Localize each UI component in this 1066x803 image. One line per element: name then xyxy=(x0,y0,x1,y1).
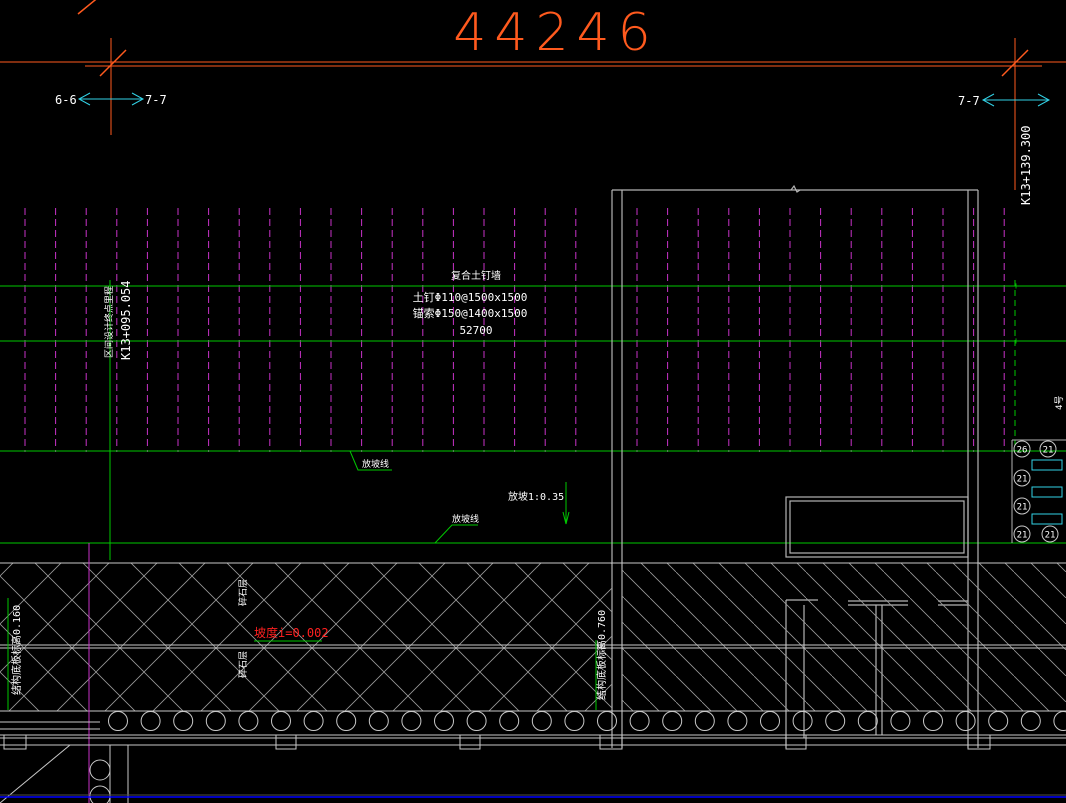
pile-spec-1: 土钉Φ110@1500x1500 xyxy=(413,291,528,304)
tag-label: 21 xyxy=(1017,503,1028,513)
section-label-right: 7-7 xyxy=(958,94,980,108)
circle-tag-group: 26 21 21 21 21 21 xyxy=(1013,440,1059,543)
tag-label: 21 xyxy=(1043,446,1054,456)
pile-columns xyxy=(24,208,1005,452)
pile-circle xyxy=(108,711,128,731)
pile-circle xyxy=(760,711,780,731)
pile-circle xyxy=(564,711,585,731)
pile-title: 复合土钉墙 xyxy=(451,269,501,282)
pile-circle xyxy=(923,711,943,731)
pile-circle xyxy=(173,711,194,731)
elevation-mid: 结构底板标高0.760 xyxy=(595,610,608,700)
station-left: K13+095.054 xyxy=(119,281,133,360)
section-arrow-right xyxy=(981,93,1051,107)
cad-drawing-canvas[interactable]: 44246 6-6 7-7 7-7 K13+139.300 + + K13+09… xyxy=(0,0,1066,803)
pile-circle xyxy=(401,711,422,731)
elevation-left: 结构底板标高0.160 xyxy=(10,605,23,695)
pile-circle xyxy=(988,711,1009,731)
layer-label-upper: 碎石层 xyxy=(237,579,249,606)
pile-circle xyxy=(368,711,389,731)
pile-circle xyxy=(857,711,878,731)
pile-circle xyxy=(890,711,911,731)
circle-row xyxy=(108,711,1066,731)
dimension-total-text: 44246 xyxy=(453,3,658,63)
tag-label: 21 xyxy=(1017,531,1028,541)
slope-arrow xyxy=(562,482,570,525)
pile-spec-2: 锚索Φ150@1400x1500 xyxy=(413,306,528,320)
pile-circle xyxy=(662,711,683,731)
pile-circle xyxy=(727,711,748,731)
pile-circle xyxy=(694,711,715,731)
green-reference-lines: + + xyxy=(0,280,1066,560)
pile-circle xyxy=(955,711,976,731)
tag-label: 21 xyxy=(1017,475,1028,485)
pile-circle xyxy=(336,711,357,731)
bottom-beams xyxy=(0,721,1066,803)
pile-circle xyxy=(1020,711,1041,731)
station-right: K13+139.300 xyxy=(1019,126,1033,205)
pile-circle xyxy=(303,711,324,731)
tag-label: 26 xyxy=(1017,446,1028,456)
pile-circle xyxy=(205,711,226,731)
layer-label-lower: 碎石层 xyxy=(237,651,249,678)
pile-circle xyxy=(238,711,259,731)
pile-circle xyxy=(499,711,520,731)
pile-circle xyxy=(531,711,552,731)
pile-circle xyxy=(597,711,617,731)
pile-circle xyxy=(466,711,487,731)
excavation-label-2: 放坡线 xyxy=(452,513,479,525)
svg-text:+: + xyxy=(1013,336,1019,347)
pile-circle xyxy=(140,711,161,731)
svg-text:+: + xyxy=(1013,281,1019,292)
pile-circle xyxy=(825,711,846,731)
right-side-tag: 4号 xyxy=(1054,396,1065,410)
tag-label: 21 xyxy=(1045,531,1056,541)
pile-length: 52700 xyxy=(459,324,492,337)
section-label-left-from: 6-6 xyxy=(55,93,77,107)
soil-hatch-right xyxy=(622,563,1066,711)
station-left-note: 区间设计终点里程 xyxy=(103,286,115,358)
pile-circle xyxy=(629,711,650,731)
gradient-red: 坡度i=0.002 xyxy=(254,625,329,640)
pile-circle xyxy=(271,711,291,731)
excavation-label-1: 放坡线 xyxy=(362,458,389,470)
pile-circle xyxy=(792,711,813,731)
section-label-left-to: 7-7 xyxy=(145,93,167,107)
pile-circle xyxy=(1053,711,1066,731)
slope-ratio: 放坡1:0.35 xyxy=(508,490,564,503)
pile-circle xyxy=(434,711,454,731)
